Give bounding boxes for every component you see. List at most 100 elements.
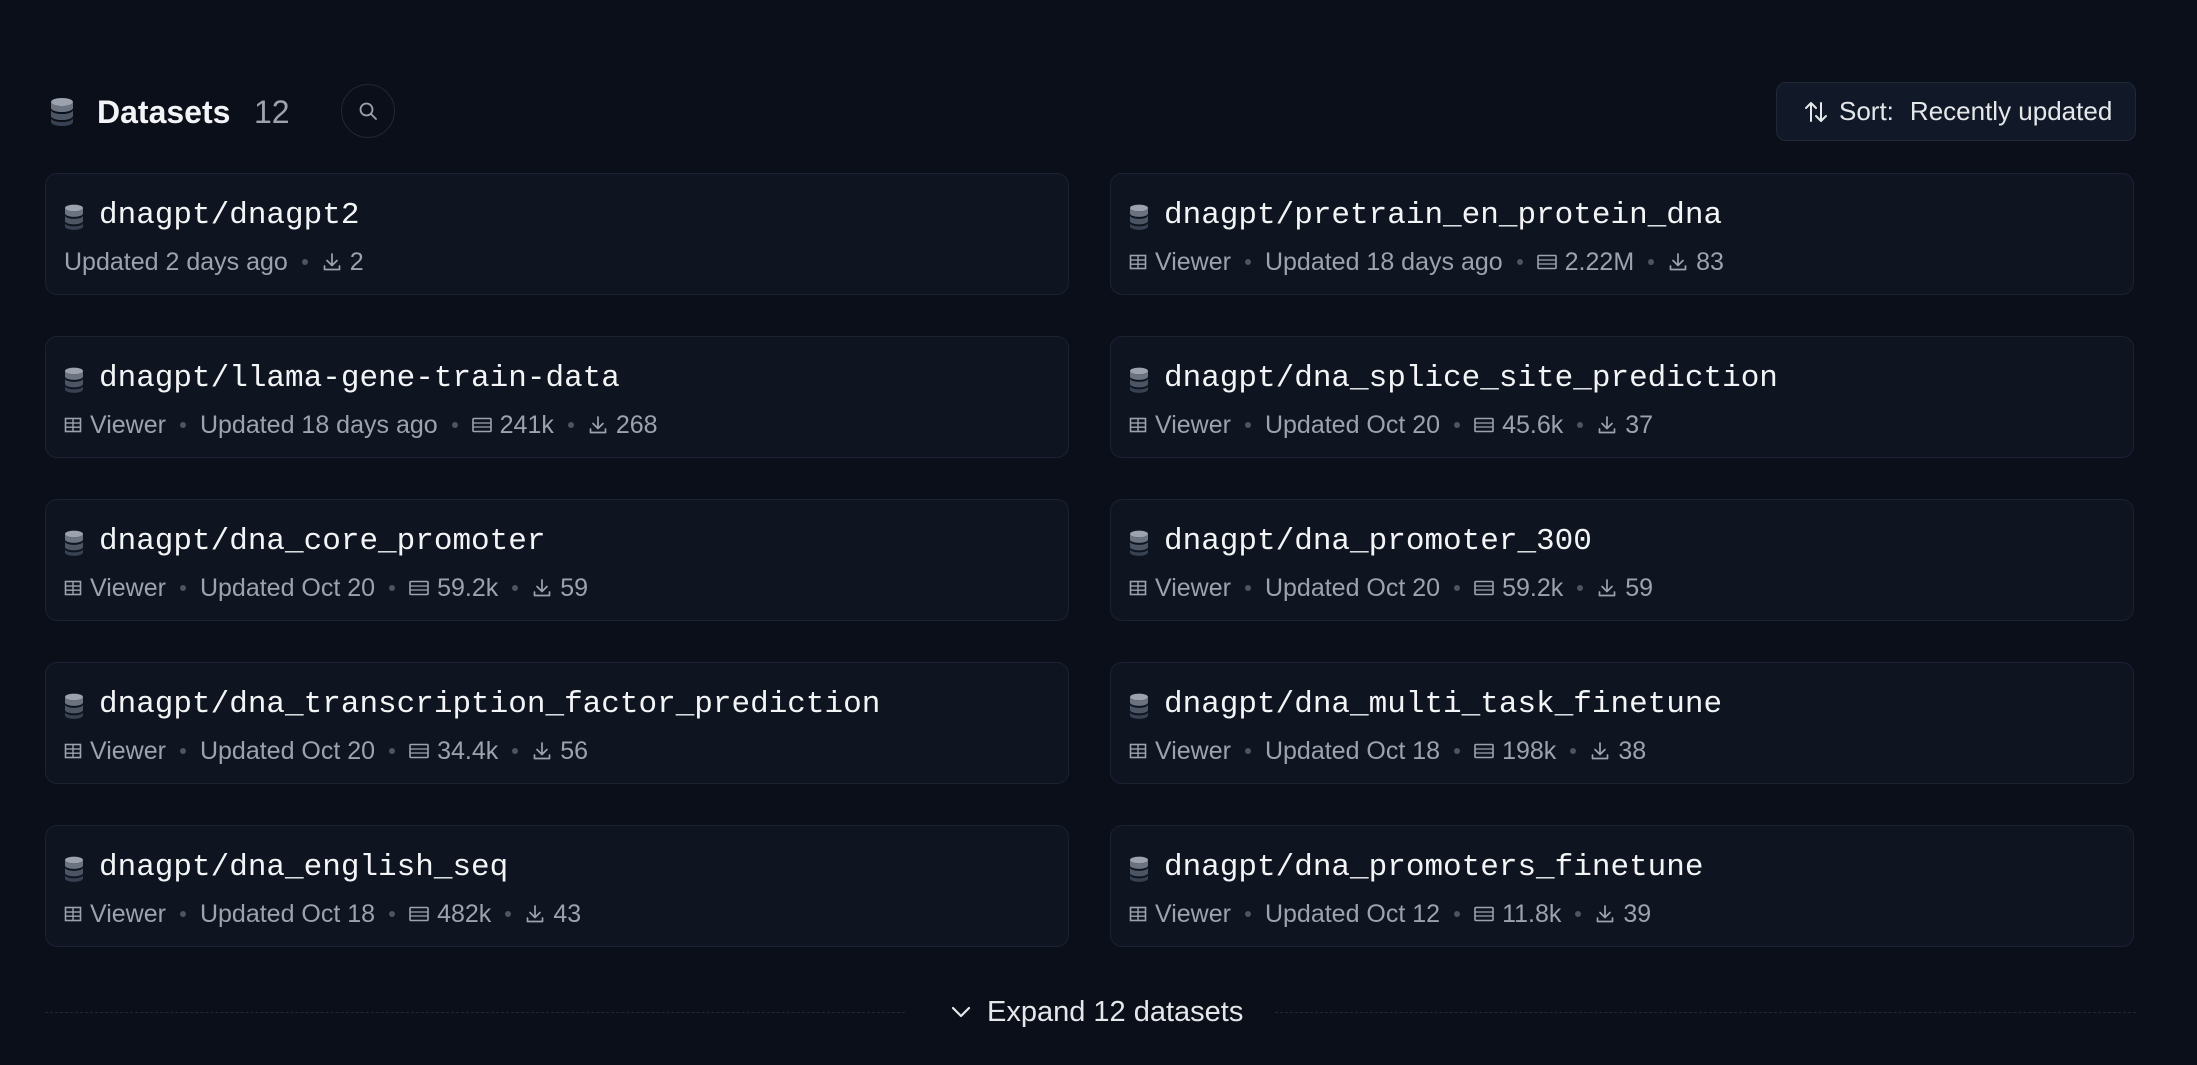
rows-count: 34.4k (437, 737, 499, 765)
dataset-name-link[interactable]: dnagpt/dna_promoters_finetune (1164, 848, 1704, 888)
dataset-meta: Viewer Updated 18 days ago 2.22M 83 (1129, 246, 1724, 278)
dataset-meta: Viewer Updated Oct 12 11.8k 39 (1129, 898, 1651, 930)
database-icon (1130, 693, 1148, 719)
updated-label: Updated Oct 18 (1264, 737, 1441, 765)
table-icon (1129, 906, 1147, 922)
dataset-meta: Viewer Updated Oct 20 59.2k 59 (64, 572, 588, 604)
dataset-meta: Viewer Updated Oct 20 45.6k 37 (1129, 409, 1653, 441)
rows-icon (409, 743, 429, 759)
database-icon (1130, 367, 1148, 393)
viewer-label: Viewer (1155, 574, 1231, 602)
dataset-meta: Viewer Updated Oct 18 198k 38 (1129, 735, 1646, 767)
dataset-card[interactable]: dnagpt/dna_promoters_finetune Viewer Updat… (1110, 825, 2134, 947)
database-icon (1130, 856, 1148, 882)
sort-arrows-icon (1805, 101, 1827, 122)
table-icon (1129, 417, 1147, 433)
table-icon (64, 580, 82, 596)
dataset-name-link[interactable]: dnagpt/dna_english_seq (99, 848, 508, 888)
rows-count: 198k (1502, 737, 1557, 765)
updated-label: Updated 18 days ago (199, 411, 438, 439)
separator-dot (451, 422, 458, 428)
separator-dot (1244, 422, 1251, 428)
separator-dot (179, 422, 186, 428)
viewer-label: Viewer (90, 900, 166, 928)
separator-dot (301, 259, 308, 265)
separator-dot (1454, 585, 1461, 591)
dataset-name-link[interactable]: dnagpt/dna_multi_task_finetune (1164, 685, 1722, 725)
dataset-name-link[interactable]: dnagpt/dna_splice_site_prediction (1164, 359, 1778, 399)
sort-button[interactable]: Sort: Recently updated (1776, 82, 2136, 141)
download-icon (1598, 416, 1616, 434)
separator-dot (1516, 259, 1523, 265)
datasets-header: Datasets 12 Sort: Recently updated (45, 82, 2136, 142)
separator-dot (389, 911, 396, 917)
rows-icon (409, 580, 429, 596)
dataset-card[interactable]: dnagpt/dna_multi_task_finetune Viewer Upda… (1110, 662, 2134, 784)
table-icon (64, 417, 82, 433)
search-icon (359, 102, 377, 120)
rows-count: 59.2k (437, 574, 499, 602)
divider-left (45, 1012, 905, 1013)
downloads-count: 43 (553, 900, 582, 928)
separator-dot (1577, 422, 1584, 428)
rows-count: 45.6k (1502, 411, 1564, 439)
separator-dot (1454, 748, 1461, 754)
dataset-name-link[interactable]: dnagpt/dnagpt2 (99, 196, 359, 236)
updated-label: Updated Oct 12 (1264, 900, 1441, 928)
rows-icon (1474, 743, 1494, 759)
downloads-count: 59 (560, 574, 589, 602)
database-icon (65, 530, 83, 556)
separator-dot (389, 585, 396, 591)
expand-datasets-button[interactable]: Expand 12 datasets (941, 992, 1252, 1032)
dataset-meta: Updated 2 days ago 2 (64, 246, 364, 278)
separator-dot (1454, 911, 1461, 917)
divider-right (1275, 1012, 2136, 1013)
updated-label: Updated Oct 20 (199, 574, 376, 602)
download-icon (1597, 905, 1614, 923)
rows-icon (1474, 906, 1494, 922)
separator-dot (1575, 911, 1582, 917)
downloads-count: 59 (1625, 574, 1654, 602)
viewer-label: Viewer (1155, 900, 1231, 928)
dataset-name-link[interactable]: dnagpt/dna_transcription_factor_predicti… (99, 685, 880, 725)
separator-dot (512, 748, 519, 754)
dataset-meta: Viewer Updated Oct 20 34.4k 56 (64, 735, 588, 767)
separator-dot (512, 585, 519, 591)
dataset-card[interactable]: dnagpt/dna_splice_site_prediction Viewer U… (1110, 336, 2134, 458)
dataset-card[interactable]: dnagpt/dna_transcription_factor_predicti… (45, 662, 1069, 784)
dataset-name-link[interactable]: dnagpt/pretrain_en_protein_dna (1164, 196, 1722, 236)
separator-dot (567, 422, 574, 428)
separator-dot (1244, 911, 1251, 917)
rows-icon (1536, 254, 1557, 270)
dataset-name-link[interactable]: dnagpt/dna_core_promoter (99, 522, 545, 562)
dataset-card[interactable]: dnagpt/dna_promoter_300 Viewer Updated Oct… (1110, 499, 2134, 621)
table-icon (1129, 743, 1147, 759)
separator-dot (1648, 259, 1655, 265)
dataset-card[interactable]: dnagpt/llama-gene-train-data Viewer Update… (45, 336, 1069, 458)
datasets-section: Datasets 12 Sort: Recently updated dnagp… (45, 0, 2136, 1065)
dataset-card[interactable]: dnagpt/dna_core_promoter Viewer Updated Oc… (45, 499, 1069, 621)
database-icon (1130, 530, 1148, 556)
rows-icon (1474, 580, 1494, 596)
download-icon (1669, 253, 1687, 271)
dataset-card[interactable]: dnagpt/dna_english_seq Viewer Updated Oct … (45, 825, 1069, 947)
separator-dot (1244, 259, 1251, 265)
dataset-name-link[interactable]: dnagpt/dna_promoter_300 (1164, 522, 1592, 562)
section-title: Datasets (97, 94, 231, 130)
separator-dot (1244, 585, 1251, 591)
expand-label: Expand 12 datasets (987, 995, 1244, 1028)
rows-count: 11.8k (1502, 900, 1562, 928)
separator-dot (1577, 585, 1584, 591)
separator-dot (179, 585, 186, 591)
downloads-count: 268 (615, 411, 658, 439)
dataset-card[interactable]: dnagpt/pretrain_en_protein_dna Viewer Upda… (1110, 173, 2134, 295)
downloads-count: 39 (1623, 900, 1652, 928)
database-icon (65, 693, 83, 719)
dataset-name-link[interactable]: dnagpt/llama-gene-train-data (99, 359, 620, 399)
rows-count: 2.22M (1564, 248, 1635, 276)
dataset-card[interactable]: dnagpt/dnagpt2 Updated 2 days ago 2 (45, 173, 1069, 295)
rows-icon (1474, 417, 1494, 433)
search-button[interactable] (341, 84, 395, 138)
download-icon (1591, 742, 1609, 760)
updated-label: Updated Oct 20 (1264, 411, 1441, 439)
